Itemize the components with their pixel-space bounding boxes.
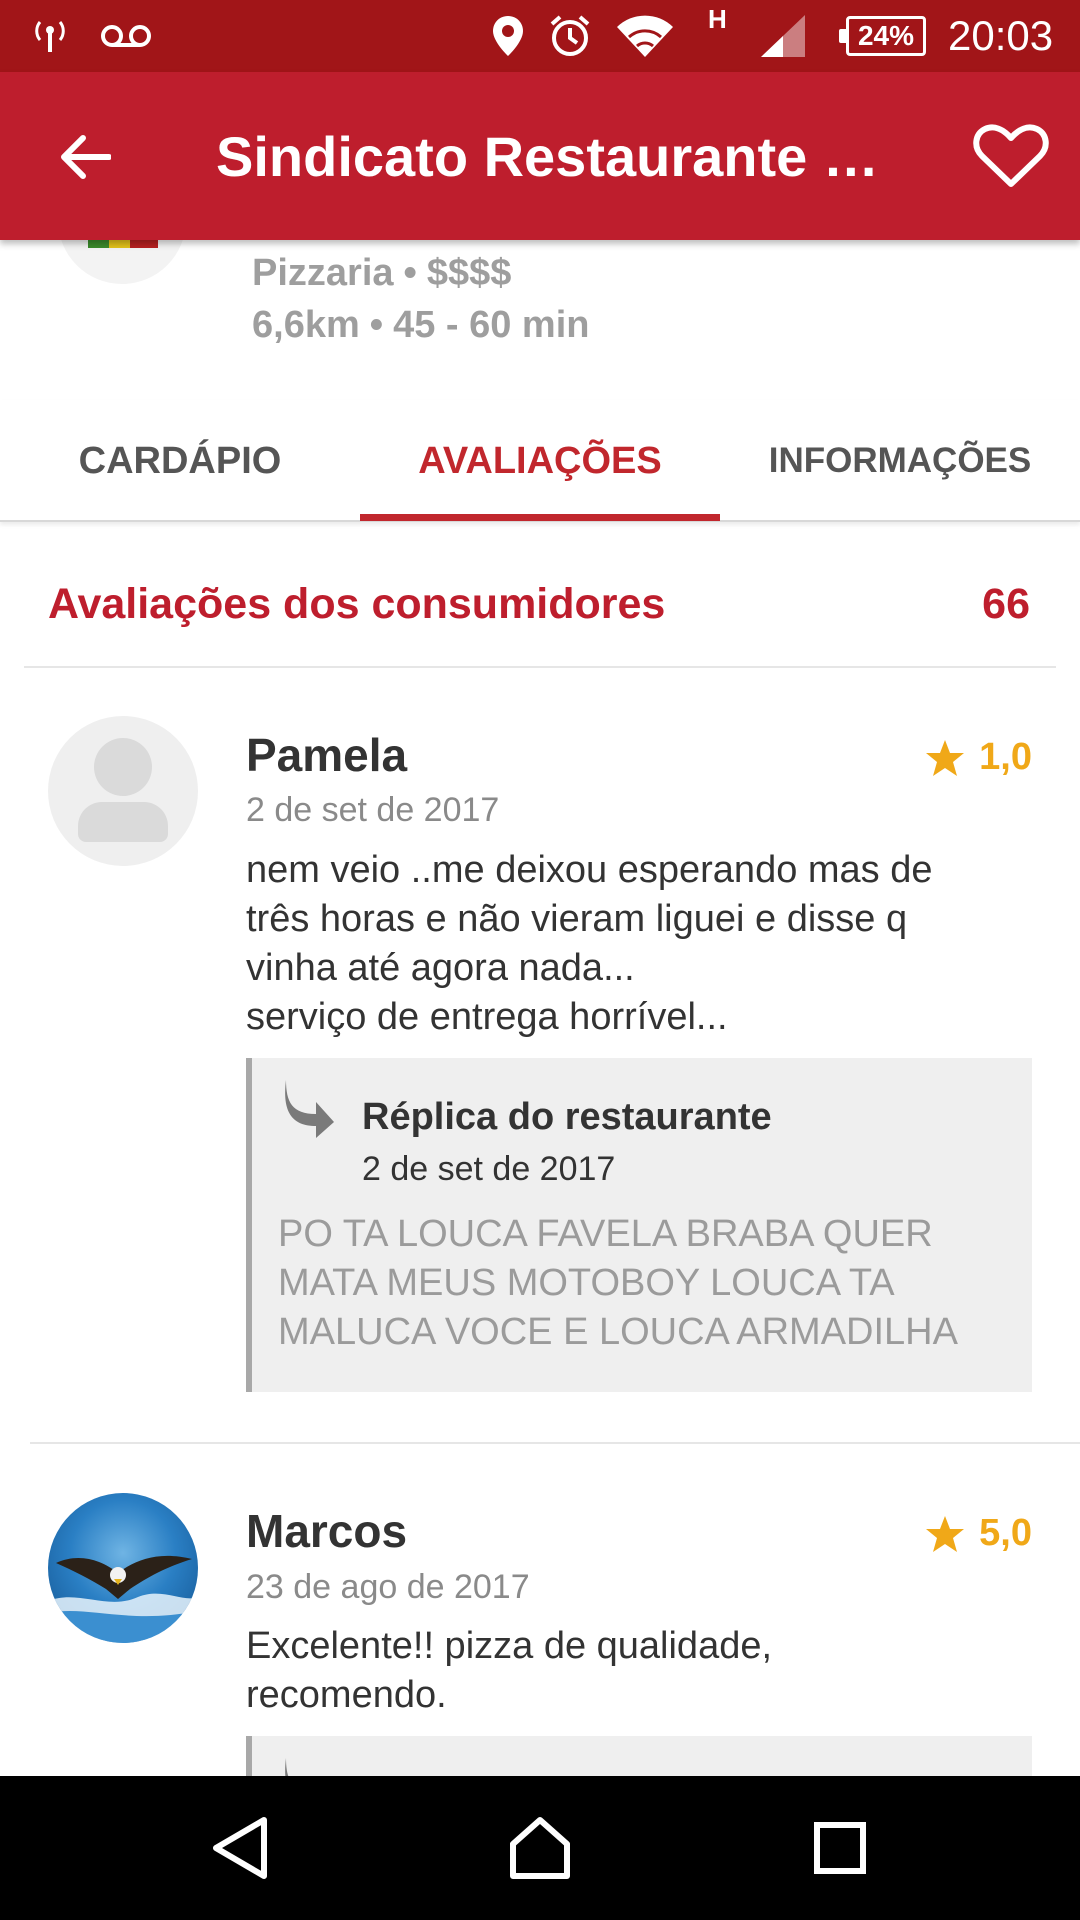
review-rating: 1,0: [925, 736, 1032, 779]
review-date: 23 de ago de 2017: [246, 1568, 530, 1606]
restaurant-category: Pizzaria: [252, 252, 394, 294]
avatar: [48, 1493, 198, 1643]
nav-home-button[interactable]: [490, 1798, 590, 1898]
signal-icon: [758, 12, 808, 60]
separator-dot: •: [369, 304, 384, 346]
star-icon: [926, 739, 965, 776]
rating-value: 5,0: [979, 1512, 1032, 1554]
system-nav-bar: [0, 1776, 1080, 1920]
tab-informacoes[interactable]: INFORMAÇÕES: [720, 400, 1080, 522]
reviewer-name: Marcos: [246, 1505, 408, 1557]
status-bar: H 24% 20:03: [0, 0, 1080, 72]
reply-date: 2 de set de 2017: [362, 1150, 616, 1188]
location-icon: [488, 12, 528, 60]
active-tab-indicator: [360, 514, 720, 521]
restaurant-price: $$$$: [426, 252, 512, 294]
reply-title: Réplica do restaurante: [362, 1096, 772, 1138]
restaurant-category-line: Pizzaria • $$$$: [252, 252, 511, 295]
star-icon: [926, 1515, 965, 1552]
nav-back-icon: [213, 1817, 267, 1879]
wifi-icon: [614, 12, 676, 60]
review-text: nem veio ..me deixou esperando mas de tr…: [246, 849, 933, 1038]
favorite-button[interactable]: [966, 112, 1056, 202]
page-title: Sindicato Restaurante E…: [216, 125, 906, 188]
nav-recents-button[interactable]: [790, 1798, 890, 1898]
back-arrow-icon: [61, 135, 111, 179]
nav-home-icon: [510, 1817, 570, 1879]
restaurant-delivery-line: 6,6km • 45 - 60 min: [252, 304, 589, 347]
app-bar: Sindicato Restaurante E…: [0, 72, 1080, 240]
tab-cardapio[interactable]: CARDÁPIO: [0, 400, 360, 522]
alarm-icon: [546, 12, 594, 60]
back-button[interactable]: [40, 112, 130, 202]
review-text: Excelente!! pizza de qualidade, recomend…: [246, 1625, 773, 1716]
divider: [30, 1442, 1080, 1444]
tab-avaliacoes[interactable]: AVALIAÇÕES: [360, 400, 720, 522]
reviews-count: 66: [982, 580, 1030, 628]
nav-back-button[interactable]: [190, 1798, 290, 1898]
tab-bar: CARDÁPIO AVALIAÇÕES INFORMAÇÕES: [0, 400, 1080, 522]
rating-value: 1,0: [979, 736, 1032, 778]
restaurant-reply: Réplica do restaurante 2 de set de 2017 …: [246, 1058, 1032, 1392]
antenna-icon: [28, 12, 72, 60]
separator-dot: •: [403, 252, 417, 294]
reply-arrow-icon: [285, 1080, 334, 1138]
divider: [24, 666, 1056, 668]
clock: 20:03: [948, 12, 1054, 59]
reviews-section-title: Avaliações dos consumidores: [48, 580, 666, 628]
restaurant-delivery-time: 45 - 60 min: [393, 304, 590, 346]
voicemail-icon: [98, 12, 154, 60]
battery-icon: 24%: [839, 16, 926, 56]
reply-text: PO TA LOUCA FAVELA BRABA QUER MATA MEUS …: [278, 1213, 958, 1353]
user-placeholder-icon: [94, 738, 152, 796]
reviewer-name: Pamela: [246, 729, 408, 781]
network-type-label: H: [708, 4, 727, 34]
heart-icon: [973, 124, 1049, 187]
battery-level: 24%: [857, 20, 915, 51]
nav-recents-icon: [814, 1822, 866, 1874]
eagle-photo: [48, 1555, 198, 1643]
restaurant-distance: 6,6km: [252, 304, 360, 346]
review-rating: 5,0: [925, 1512, 1032, 1555]
review-date: 2 de set de 2017: [246, 791, 500, 829]
avatar: [48, 716, 198, 866]
